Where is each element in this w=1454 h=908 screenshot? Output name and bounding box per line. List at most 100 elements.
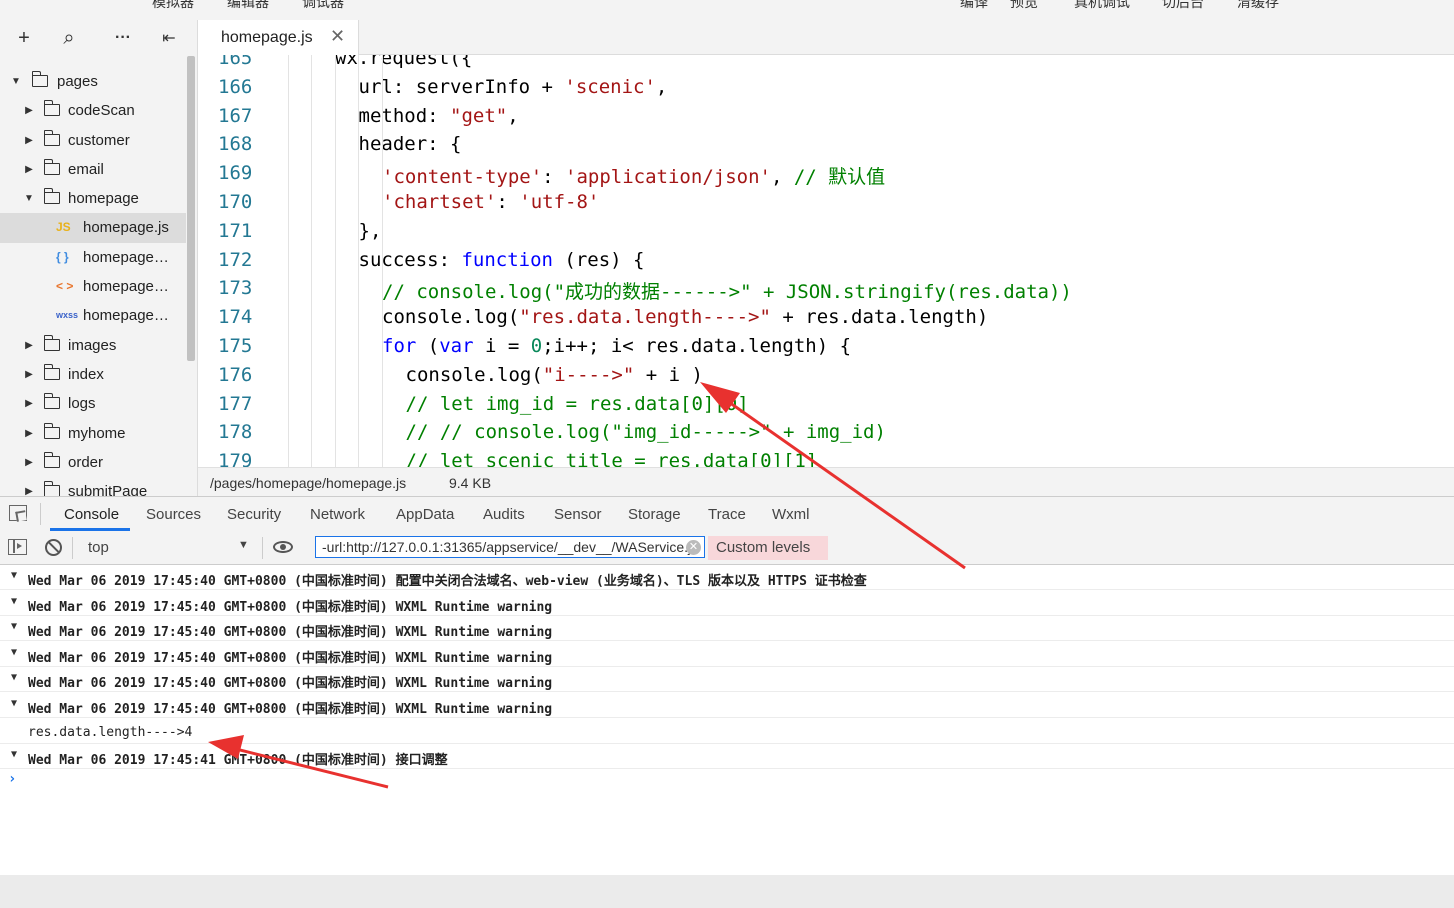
- search-icon[interactable]: ⌕: [57, 26, 81, 50]
- tree-item[interactable]: ▶ codeScan: [0, 96, 186, 125]
- code-line[interactable]: console.log("res.data.length---->" + res…: [382, 306, 988, 328]
- file-path: /pages/homepage/homepage.js: [210, 475, 407, 491]
- tree-item[interactable]: wxss homepage…: [0, 301, 186, 330]
- console-group-row[interactable]: ▼ Wed Mar 06 2019 17:45:40 GMT+0800 (中国标准…: [0, 693, 1454, 718]
- tab-sources[interactable]: Sources: [146, 506, 201, 523]
- tab-homepage-js[interactable]: homepage.js ✕: [198, 20, 359, 55]
- code-line[interactable]: success: function (res) {: [359, 249, 645, 271]
- tab-trace[interactable]: Trace: [708, 506, 746, 523]
- tree-item[interactable]: ▶ order: [0, 448, 186, 477]
- expand-triangle-icon[interactable]: ▼: [11, 647, 17, 658]
- tree-item[interactable]: ▶ email: [0, 155, 186, 184]
- console-group-row[interactable]: ▼ Wed Mar 06 2019 17:45:40 GMT+0800 (中国标准…: [0, 565, 1454, 590]
- console-message: res.data.length---->4: [28, 724, 193, 740]
- tree-item[interactable]: ▶ myhome: [0, 419, 186, 448]
- chevron-down-icon[interactable]: ▼: [10, 67, 22, 96]
- code-line[interactable]: // let scenic title = res.data[0][1]: [406, 450, 818, 467]
- filter-input[interactable]: -url:http://127.0.0.1:31365/appservice/_…: [315, 536, 705, 558]
- expand-triangle-icon[interactable]: ▼: [11, 698, 17, 709]
- menu-simulator[interactable]: 模拟器: [152, 0, 194, 12]
- console-group-row[interactable]: ▼ Wed Mar 06 2019 17:45:40 GMT+0800 (中国标准…: [0, 591, 1454, 616]
- expand-triangle-icon[interactable]: ▼: [11, 749, 17, 760]
- line-number: 173: [218, 277, 253, 300]
- chevron-right-icon[interactable]: ▶: [23, 419, 35, 448]
- add-icon[interactable]: +: [12, 26, 36, 50]
- tab-wxml[interactable]: Wxml: [772, 506, 810, 523]
- code-line[interactable]: for (var i = 0;i++; i< res.data.length) …: [382, 335, 851, 357]
- menu-preview[interactable]: 预览: [1010, 0, 1038, 12]
- code-line[interactable]: url: serverInfo + 'scenic',: [359, 76, 668, 98]
- code-line[interactable]: 'chartset': 'utf-8': [382, 191, 599, 213]
- context-selector[interactable]: top ▼: [80, 535, 256, 559]
- menu-editor[interactable]: 编辑器: [227, 0, 269, 12]
- tab-appdata[interactable]: AppData: [396, 506, 454, 523]
- console-group-row[interactable]: ▼ Wed Mar 06 2019 17:45:40 GMT+0800 (中国标准…: [0, 667, 1454, 693]
- log-levels-dropdown[interactable]: Custom levels ▼: [708, 536, 828, 579]
- chevron-right-icon[interactable]: ▶: [23, 155, 35, 184]
- chevron-right-icon[interactable]: ▶: [23, 448, 35, 477]
- menu-compile[interactable]: 编译: [960, 0, 988, 12]
- console-prompt-icon[interactable]: ›: [8, 771, 16, 787]
- close-icon[interactable]: ✕: [330, 26, 345, 47]
- expand-triangle-icon[interactable]: ▼: [11, 672, 17, 683]
- eye-icon[interactable]: [273, 541, 293, 553]
- chevron-right-icon[interactable]: ▶: [23, 477, 35, 496]
- tree-item[interactable]: { } homepage…: [0, 243, 186, 272]
- clear-console-icon[interactable]: [45, 539, 62, 556]
- chevron-right-icon[interactable]: ▶: [23, 389, 35, 418]
- line-number: 175: [218, 335, 253, 357]
- folder-icon: [43, 422, 60, 439]
- clear-filter-icon[interactable]: ✕: [686, 540, 701, 555]
- collapse-icon[interactable]: ⇤: [157, 26, 181, 50]
- console-group-row[interactable]: ▼ Wed Mar 06 2019 17:45:40 GMT+0800 (中国标准…: [0, 616, 1454, 642]
- code-line[interactable]: wx.request({: [335, 55, 472, 69]
- code-editor[interactable]: 165 166 167 168 169 170 171 172 173 174 175 176 177 1…: [198, 55, 1454, 467]
- code-line[interactable]: // // console.log("img_id----->" + img_i…: [406, 421, 886, 443]
- tree-item[interactable]: JS homepage.js: [0, 213, 186, 243]
- expand-triangle-icon[interactable]: ▼: [11, 570, 17, 581]
- tree-item-label: logs: [68, 395, 96, 413]
- code-line[interactable]: },: [359, 220, 382, 242]
- menu-device-debug[interactable]: 真机调试: [1074, 0, 1130, 12]
- chevron-right-icon[interactable]: ▶: [23, 331, 35, 360]
- code-line[interactable]: // let img_id = res.data[0][0]: [406, 393, 749, 415]
- console-output[interactable]: › ▼ Wed Mar 06 2019 17:45:40 GMT+0800 (中国…: [0, 565, 1454, 875]
- sidebar-toggle-icon[interactable]: [8, 539, 27, 555]
- tree-item[interactable]: ▶ customer: [0, 126, 186, 155]
- tab-sensor[interactable]: Sensor: [554, 506, 602, 523]
- menu-background[interactable]: 切后台: [1162, 0, 1204, 12]
- tree-item[interactable]: ▶ submitPage: [0, 477, 186, 496]
- menu-debugger[interactable]: 调试器: [302, 0, 344, 12]
- tree-item-label: homepage…: [83, 278, 169, 296]
- code-line[interactable]: console.log("i---->" + i ): [406, 364, 703, 386]
- chevron-right-icon[interactable]: ▶: [23, 360, 35, 389]
- tab-label: homepage.js: [221, 29, 313, 46]
- chevron-down-icon[interactable]: ▼: [23, 184, 35, 213]
- console-group-row[interactable]: ▼ Wed Mar 06 2019 17:45:40 GMT+0800 (中国标准…: [0, 642, 1454, 667]
- tab-security[interactable]: Security: [227, 506, 281, 523]
- tree-item[interactable]: < > homepage…: [0, 272, 186, 301]
- code-line[interactable]: // console.log("成功的数据------>" + JSON.str…: [382, 277, 1072, 304]
- tree-item[interactable]: ▼ pages: [0, 67, 186, 96]
- sidebar-scrollbar[interactable]: [187, 56, 195, 361]
- tab-storage[interactable]: Storage: [628, 506, 681, 523]
- tab-network[interactable]: Network: [310, 506, 365, 523]
- code-line[interactable]: 'content-type': 'application/json', // 默…: [382, 162, 885, 189]
- chevron-right-icon[interactable]: ▶: [23, 96, 35, 125]
- indent-guide: [288, 55, 289, 467]
- expand-triangle-icon[interactable]: ▼: [11, 596, 17, 607]
- tree-item[interactable]: ▶ index: [0, 360, 186, 389]
- menu-clear-cache[interactable]: 清缓存: [1237, 0, 1279, 12]
- expand-triangle-icon[interactable]: ▼: [11, 621, 17, 632]
- more-icon[interactable]: ···: [111, 26, 135, 50]
- tree-item[interactable]: ▶ logs: [0, 389, 186, 418]
- folder-icon: [43, 481, 60, 496]
- chevron-right-icon[interactable]: ▶: [23, 126, 35, 155]
- console-group-row[interactable]: ▼ Wed Mar 06 2019 17:45:41 GMT+0800 (中国标准…: [0, 744, 1454, 770]
- inspect-element-icon[interactable]: [9, 505, 27, 522]
- code-line[interactable]: header: {: [359, 133, 462, 155]
- tree-item[interactable]: ▼ homepage: [0, 184, 186, 213]
- tree-item[interactable]: ▶ images: [0, 331, 186, 360]
- tab-audits[interactable]: Audits: [483, 506, 525, 523]
- tab-console[interactable]: Console: [64, 506, 119, 523]
